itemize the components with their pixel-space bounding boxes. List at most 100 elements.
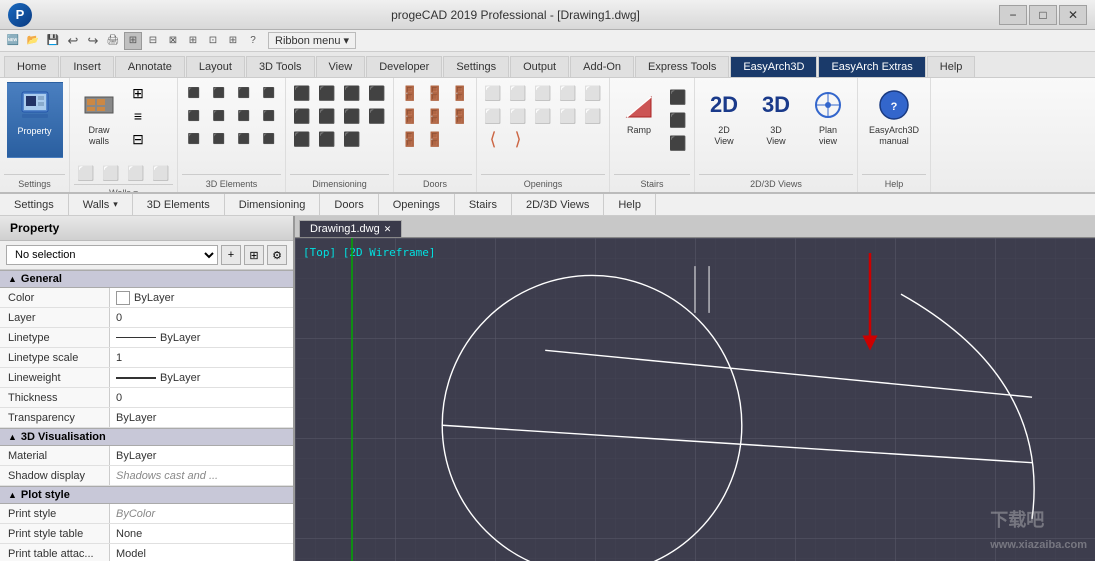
transparency-val[interactable]: ByLayer [110,408,293,427]
wall-tool-1[interactable]: ⊞ [126,82,150,104]
qa-grid[interactable]: ⊞ [124,32,142,50]
minimize-button[interactable]: − [999,5,1027,25]
thickness-val[interactable]: 0 [110,388,293,407]
3d-btn-7[interactable]: ⬛ [232,105,256,127]
dim-btn-9[interactable]: ⬛ [290,128,314,150]
help-bottom-label[interactable]: Help [604,194,656,215]
tab-home[interactable]: Home [4,56,59,77]
opening-btn-4[interactable]: ⬜ [556,82,580,104]
tab-layout[interactable]: Layout [186,56,245,77]
general-section-header[interactable]: ▲ General [0,270,293,288]
stair-btn-3[interactable]: ⬛ [666,132,690,154]
3d-btn-1[interactable]: ⬛ [182,82,206,104]
drawing-tab[interactable]: Drawing1.dwg ✕ [299,220,402,237]
linetype-val[interactable]: ByLayer [110,328,293,347]
tab-express[interactable]: Express Tools [635,56,729,77]
dim-btn-11[interactable]: ⬛ [340,128,364,150]
openings-bottom-label[interactable]: Openings [379,194,455,215]
wall-extra-2[interactable]: ⬜ [99,162,123,184]
door-btn-6[interactable]: 🚪 [448,105,472,127]
print-attac-val[interactable]: Model [110,544,293,561]
door-btn-8[interactable]: 🚪 [423,128,447,150]
dim-btn-6[interactable]: ⬛ [315,105,339,127]
tab-annotate[interactable]: Annotate [115,56,185,77]
wall-extra-3[interactable]: ⬜ [124,162,148,184]
dim-btn-8[interactable]: ⬛ [365,105,389,127]
opening-btn-8[interactable]: ⬜ [531,105,555,127]
wall-extra-1[interactable]: ⬜ [74,162,98,184]
settings-bottom-label[interactable]: Settings [0,194,69,215]
qa-open[interactable]: 📂 [24,32,42,50]
opening-btn-10[interactable]: ⬜ [581,105,605,127]
color-val[interactable]: ByLayer [110,288,293,307]
views-bottom-label[interactable]: 2D/3D Views [512,194,604,215]
3d-btn-4[interactable]: ⬛ [257,82,281,104]
shadow-val[interactable]: Shadows cast and ... [110,466,293,485]
door-btn-1[interactable]: 🚪 [398,82,422,104]
prop-tool-add[interactable]: + [221,245,241,265]
opening-btn-1[interactable]: ⬜ [481,82,505,104]
door-btn-2[interactable]: 🚪 [423,82,447,104]
3delements-bottom-label[interactable]: 3D Elements [133,194,225,215]
easyarch-manual-button[interactable]: ? EasyArch3Dmanual [862,82,926,158]
qa-undo[interactable]: ↩ [64,32,82,50]
qa-polar[interactable]: ⊞ [184,32,202,50]
ribbon-menu-button[interactable]: Ribbon menu ▾ [268,32,356,49]
opening-btn-3[interactable]: ⬜ [531,82,555,104]
tab-help[interactable]: Help [927,56,976,77]
qa-snap[interactable]: ⊟ [144,32,162,50]
opening-btn-7[interactable]: ⬜ [506,105,530,127]
wall-tool-2[interactable]: ≡ [126,105,150,127]
dim-btn-2[interactable]: ⬛ [315,82,339,104]
dim-btn-1[interactable]: ⬛ [290,82,314,104]
print-style-val[interactable]: ByColor [110,504,293,523]
selection-dropdown[interactable]: No selection [6,245,218,265]
material-val[interactable]: ByLayer [110,446,293,465]
qa-ortho[interactable]: ⊠ [164,32,182,50]
3dvis-section-header[interactable]: ▲ 3D Visualisation [0,428,293,446]
dim-btn-5[interactable]: ⬛ [290,105,314,127]
lineweight-val[interactable]: ByLayer [110,368,293,387]
tab-output[interactable]: Output [510,56,569,77]
draw-walls-button[interactable]: Drawwalls [74,82,124,158]
dim-btn-7[interactable]: ⬛ [340,105,364,127]
drawing-tab-close[interactable]: ✕ [384,224,392,235]
wall-extra-4[interactable]: ⬜ [149,162,173,184]
door-btn-7[interactable]: 🚪 [398,128,422,150]
wall-tool-3[interactable]: ⊟ [126,128,150,150]
tab-insert[interactable]: Insert [60,56,114,77]
3d-btn-3[interactable]: ⬛ [232,82,256,104]
stairs-bottom-label[interactable]: Stairs [455,194,512,215]
print-table-val[interactable]: None [110,524,293,543]
3d-view-button[interactable]: 3D 3DView [751,82,801,158]
plan-view-button[interactable]: Planview [803,82,853,158]
layer-val[interactable]: 0 [110,308,293,327]
dimensioning-bottom-label[interactable]: Dimensioning [225,194,321,215]
dim-btn-3[interactable]: ⬛ [340,82,364,104]
3d-btn-5[interactable]: ⬛ [182,105,206,127]
opening-btn-9[interactable]: ⬜ [556,105,580,127]
opening-btn-2[interactable]: ⬜ [506,82,530,104]
2d-view-button[interactable]: 2D 2DView [699,82,749,158]
dim-btn-10[interactable]: ⬛ [315,128,339,150]
3d-btn-12[interactable]: ⬛ [257,128,281,150]
qa-help[interactable]: ? [244,32,262,50]
tab-3dtools[interactable]: 3D Tools [246,56,315,77]
qa-redo[interactable]: ↪ [84,32,102,50]
opening-btn-11[interactable]: ⟨ [481,128,505,150]
tab-easyarch3d[interactable]: EasyArch3D [730,56,817,77]
door-btn-4[interactable]: 🚪 [398,105,422,127]
maximize-button[interactable]: □ [1029,5,1057,25]
opening-btn-5[interactable]: ⬜ [581,82,605,104]
door-btn-3[interactable]: 🚪 [448,82,472,104]
qa-print[interactable]: 🖨 [104,32,122,50]
qa-obj-snap[interactable]: ⊡ [204,32,222,50]
drawing-canvas[interactable] [295,238,1095,561]
opening-btn-6[interactable]: ⬜ [481,105,505,127]
prop-tool-filter[interactable]: ⊞ [244,245,264,265]
3d-btn-2[interactable]: ⬛ [207,82,231,104]
qa-save[interactable]: 💾 [44,32,62,50]
3d-btn-10[interactable]: ⬛ [207,128,231,150]
door-btn-5[interactable]: 🚪 [423,105,447,127]
3d-btn-11[interactable]: ⬛ [232,128,256,150]
